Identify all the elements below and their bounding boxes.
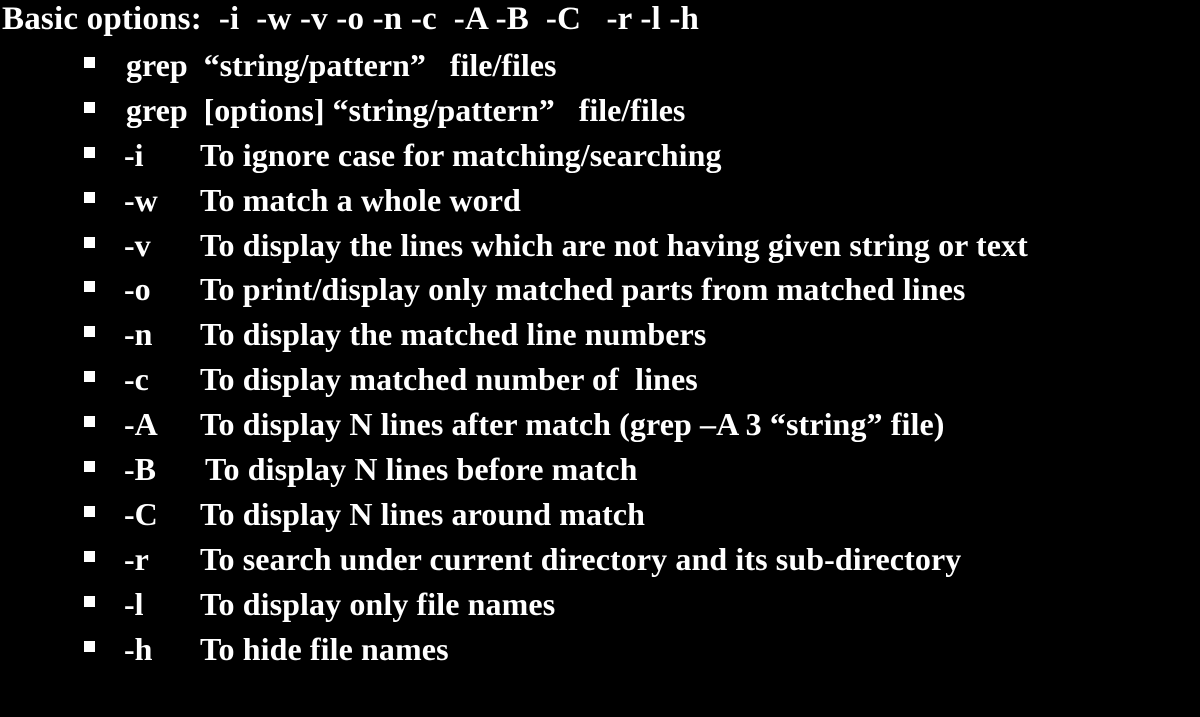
option-description: To hide file names xyxy=(200,630,449,667)
square-bullet-icon xyxy=(84,416,95,428)
option-description: To match a whole word xyxy=(200,181,521,218)
list-item: -B To display N lines before match xyxy=(0,447,1200,492)
list-item: -i To ignore case for matching/searching xyxy=(0,133,1200,178)
square-bullet-icon xyxy=(84,281,95,293)
square-bullet-icon xyxy=(84,191,95,203)
option-flag: -o xyxy=(124,271,151,308)
list-item: -o To print/display only matched parts f… xyxy=(0,267,1200,312)
syntax-text: grep [options] “string/pattern” file/fil… xyxy=(126,91,686,128)
square-bullet-icon xyxy=(84,326,95,338)
square-bullet-icon xyxy=(84,146,95,158)
option-flag: -w xyxy=(124,181,158,218)
list-item: grep “string/pattern” file/files xyxy=(0,43,1200,88)
list-item: -c To display matched number of lines xyxy=(0,357,1200,402)
option-description: To display N lines around match xyxy=(200,495,646,532)
list-item: -C To display N lines around match xyxy=(0,492,1200,537)
option-flag: -B xyxy=(124,451,156,488)
square-bullet-icon xyxy=(84,57,95,68)
option-flag: -h xyxy=(124,630,153,667)
option-flag: -r xyxy=(124,540,149,577)
option-description: To print/display only matched parts from… xyxy=(200,271,966,308)
option-flag: -n xyxy=(124,316,153,353)
slide-heading: Basic options: -i -w -v -o -n -c -A -B -… xyxy=(2,1,700,37)
list-item: -l To display only file names xyxy=(0,582,1200,627)
option-description: To search under current directory and it… xyxy=(200,540,962,577)
option-flag: -A xyxy=(124,406,158,443)
option-flag: -C xyxy=(124,495,158,532)
option-flag: -c xyxy=(124,361,149,398)
square-bullet-icon xyxy=(84,550,95,562)
square-bullet-icon xyxy=(84,505,95,517)
option-description: To display N lines after match (grep –A … xyxy=(200,406,945,443)
option-description: To display the lines which are not havin… xyxy=(200,226,1028,263)
slide: Basic options: -i -w -v -o -n -c -A -B -… xyxy=(0,0,1200,667)
square-bullet-icon xyxy=(84,595,95,607)
list-item: -v To display the lines which are not ha… xyxy=(0,223,1200,268)
options-list: grep “string/pattern” file/files grep [o… xyxy=(0,43,1200,671)
square-bullet-icon xyxy=(84,640,95,652)
list-item: -A To display N lines after match (grep … xyxy=(0,402,1200,447)
option-flag: -i xyxy=(124,136,144,173)
square-bullet-icon xyxy=(84,236,95,248)
square-bullet-icon xyxy=(84,371,95,383)
option-flag: -v xyxy=(124,226,151,263)
square-bullet-icon xyxy=(84,461,95,473)
list-item: -w To match a whole word xyxy=(0,178,1200,223)
option-description: To display the matched line numbers xyxy=(200,316,707,353)
syntax-text: grep “string/pattern” file/files xyxy=(126,47,557,83)
list-item: -n To display the matched line numbers xyxy=(0,312,1200,357)
list-item: grep [options] “string/pattern” file/fil… xyxy=(0,88,1200,133)
option-description: To display N lines before match xyxy=(205,451,638,488)
option-description: To display matched number of lines xyxy=(200,361,698,398)
list-item: -r To search under current directory and… xyxy=(0,537,1200,582)
option-description: To ignore case for matching/searching xyxy=(200,136,722,173)
option-description: To display only file names xyxy=(200,585,556,622)
square-bullet-icon xyxy=(84,101,95,113)
option-flag: -l xyxy=(124,585,144,622)
